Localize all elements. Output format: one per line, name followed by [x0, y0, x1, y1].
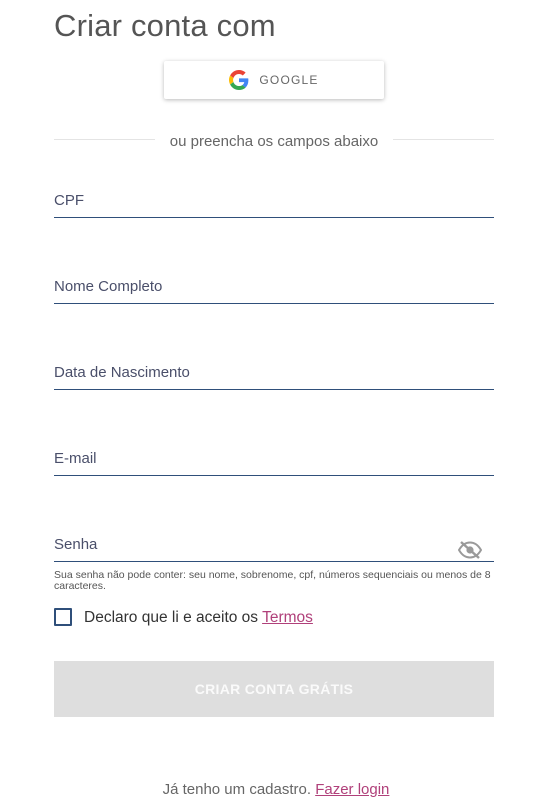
create-account-button[interactable]: CRIAR CONTA GRÁTIS: [54, 661, 494, 717]
email-underline: [54, 475, 494, 476]
terms-statement: Declaro que li e aceito os Termos: [84, 609, 313, 627]
terms-link[interactable]: Termos: [262, 609, 313, 626]
eye-off-icon[interactable]: [457, 541, 483, 559]
full-name-field[interactable]: Nome Completo: [54, 264, 494, 304]
google-button-label: GOOGLE: [259, 73, 319, 87]
google-icon: [229, 70, 249, 90]
google-signin-button[interactable]: GOOGLE: [164, 61, 384, 99]
cpf-label: CPF: [54, 192, 84, 209]
full-name-underline: [54, 303, 494, 304]
full-name-label: Nome Completo: [54, 278, 163, 295]
page-title: Criar conta com: [54, 8, 276, 43]
email-field[interactable]: E-mail: [54, 436, 494, 476]
birthdate-label: Data de Nascimento: [54, 364, 190, 381]
password-hint: Sua senha não pode conter: seu nome, sob…: [54, 569, 491, 592]
password-label: Senha: [54, 536, 98, 553]
divider-text: ou preencha os campos abaixo: [155, 133, 393, 150]
cpf-underline: [54, 217, 494, 218]
password-field[interactable]: Senha: [54, 522, 494, 562]
birthdate-field[interactable]: Data de Nascimento: [54, 350, 494, 390]
login-link[interactable]: Fazer login: [315, 781, 389, 798]
password-underline: [54, 561, 494, 562]
birthdate-underline: [54, 389, 494, 390]
cpf-field[interactable]: CPF: [54, 178, 494, 218]
terms-checkbox[interactable]: [54, 608, 72, 626]
terms-text: Declaro que li e aceito os: [84, 609, 263, 626]
footer-text: Já tenho um cadastro.: [162, 781, 316, 798]
email-label: E-mail: [54, 450, 97, 467]
footer: Já tenho um cadastro. Fazer login: [0, 781, 552, 798]
